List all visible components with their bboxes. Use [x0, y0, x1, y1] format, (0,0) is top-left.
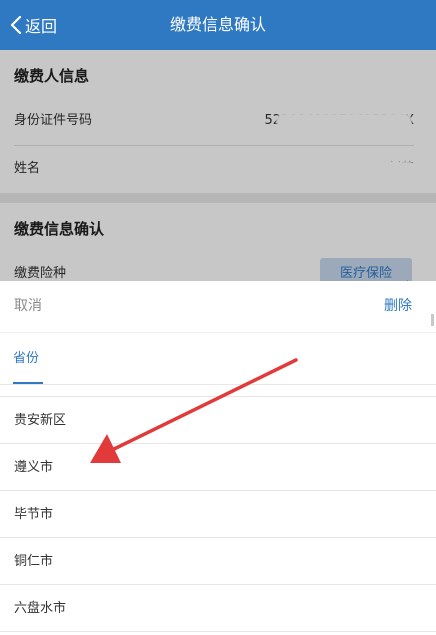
delete-button[interactable]: 删除: [384, 281, 412, 331]
picker-tab-strip: 省份: [0, 333, 436, 385]
cancel-button[interactable]: 取消: [14, 281, 42, 331]
list-item[interactable]: 六盘水市: [0, 585, 436, 632]
modal-backdrop[interactable]: [0, 50, 436, 290]
region-picker-sheet: 取消 删除 省份 贵安新区 遵义市 毕节市 铜仁市 六盘水市: [0, 281, 436, 635]
list-item[interactable]: 铜仁市: [0, 538, 436, 585]
picker-action-bar: 取消 删除: [0, 281, 436, 333]
tab-province[interactable]: 省份: [13, 333, 39, 385]
active-tab-indicator: [13, 382, 43, 384]
list-item[interactable]: 毕节市: [0, 491, 436, 538]
list-item[interactable]: 遵义市: [0, 444, 436, 491]
list-item[interactable]: 贵安新区: [0, 397, 436, 444]
page-title: 缴费信息确认: [169, 15, 266, 34]
top-nav-bar: 返回 缴费信息确认: [0, 0, 436, 50]
region-list: 贵安新区 遵义市 毕节市 铜仁市 六盘水市: [0, 397, 436, 632]
list-spacer: [0, 385, 436, 397]
scroll-indicator: [431, 314, 434, 326]
